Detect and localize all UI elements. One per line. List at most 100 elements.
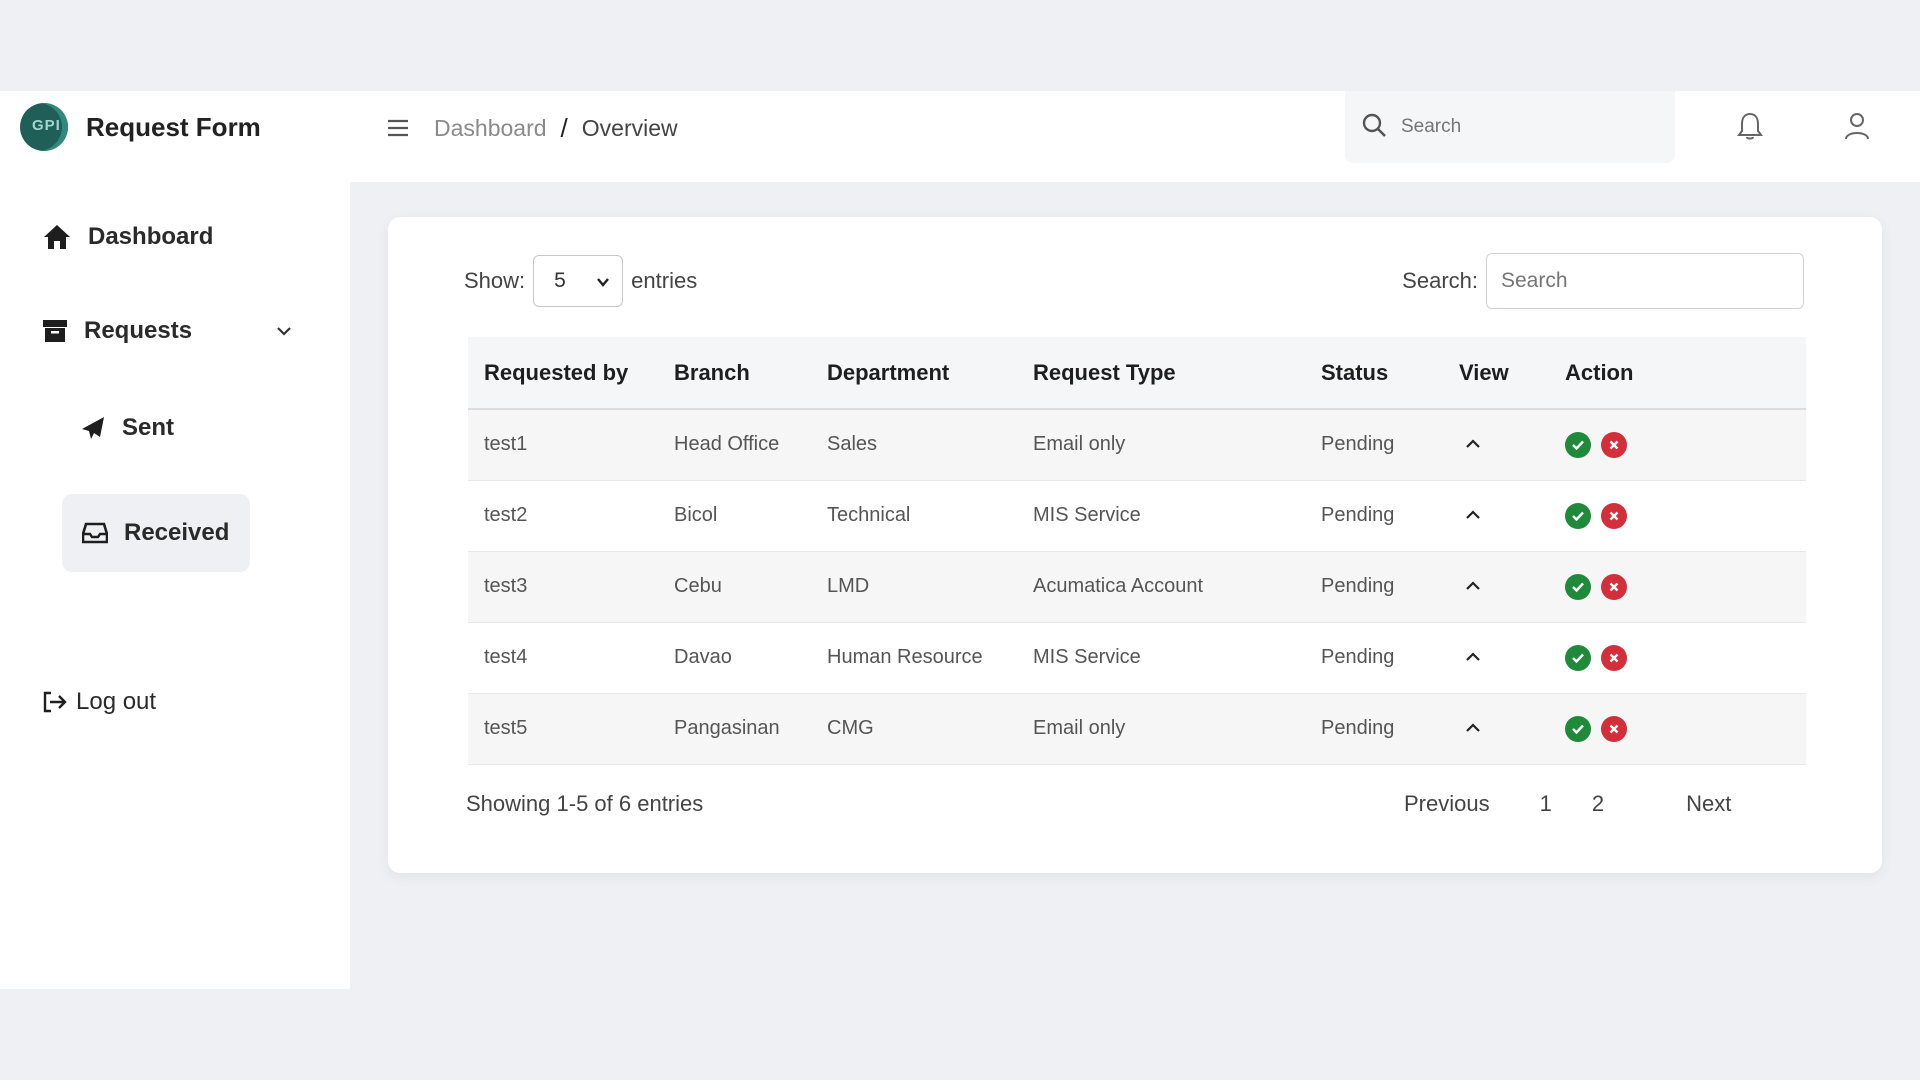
breadcrumb-dashboard[interactable]: Dashboard: [434, 115, 547, 142]
cell-branch: Head Office: [658, 409, 811, 481]
cell-branch: Davao: [658, 622, 811, 694]
home-icon: [42, 223, 72, 251]
logo-text: GPI: [32, 117, 61, 134]
entries-control: Show: 5 entries: [464, 255, 697, 307]
table-row: test3 Cebu LMD Acumatica Account Pending: [468, 551, 1806, 623]
reject-icon[interactable]: [1601, 715, 1627, 742]
cell-status: Pending: [1305, 551, 1443, 623]
table-header-row: Requested by Branch Department Request T…: [468, 337, 1806, 410]
column-header[interactable]: Action: [1549, 337, 1806, 410]
cell-request-type: MIS Service: [1017, 480, 1305, 552]
user-icon[interactable]: [1844, 111, 1870, 146]
table-row: test4 Davao Human Resource MIS Service P…: [468, 622, 1806, 694]
menu-icon[interactable]: [386, 117, 412, 143]
cell-action: [1549, 693, 1806, 765]
cell-requested-by: test4: [468, 622, 658, 694]
app-title: Request Form: [86, 111, 261, 142]
table-row: test2 Bicol Technical MIS Service Pendin…: [468, 480, 1806, 552]
table-row: test1 Head Office Sales Email only Pendi…: [468, 409, 1806, 481]
cell-requested-by: test2: [468, 480, 658, 552]
cell-action: [1549, 551, 1806, 623]
show-label: Show:: [464, 268, 526, 293]
cell-status: Pending: [1305, 622, 1443, 694]
breadcrumb-separator: /: [560, 113, 568, 143]
sidebar: GPI Request Form Dashboard Requests Sent: [0, 91, 350, 989]
sidebar-item-sent[interactable]: Sent: [80, 414, 174, 442]
approve-icon[interactable]: [1565, 502, 1591, 529]
cell-requested-by: test1: [468, 409, 658, 481]
sidebar-item-dashboard[interactable]: Dashboard: [42, 223, 213, 251]
cell-status: Pending: [1305, 693, 1443, 765]
cell-view: [1443, 622, 1549, 694]
column-header[interactable]: Requested by: [468, 337, 658, 410]
cell-department: LMD: [811, 551, 1017, 623]
reject-icon[interactable]: [1601, 644, 1627, 671]
search-icon: [1361, 112, 1387, 143]
archive-icon: [42, 318, 68, 344]
page-2-button[interactable]: 2: [1592, 791, 1604, 817]
logo: GPI: [20, 103, 68, 151]
global-search-input[interactable]: [1401, 116, 1641, 138]
previous-page-button[interactable]: Previous: [1404, 791, 1490, 817]
sidebar-item-requests[interactable]: Requests: [42, 317, 292, 345]
chevron-up-icon[interactable]: [1459, 433, 1481, 455]
chevron-up-icon[interactable]: [1459, 504, 1481, 526]
column-header[interactable]: Status: [1305, 337, 1443, 410]
sidebar-item-label: Sent: [122, 414, 175, 441]
entries-value: 5: [554, 269, 566, 292]
table-row: test5 Pangasinan CMG Email only Pending: [468, 693, 1806, 765]
approve-icon[interactable]: [1565, 715, 1591, 742]
cell-status: Pending: [1305, 409, 1443, 481]
column-header[interactable]: Request Type: [1017, 337, 1305, 410]
reject-icon[interactable]: [1601, 573, 1627, 600]
table-search-input[interactable]: [1486, 253, 1804, 309]
app-window: GPI Request Form Dashboard Requests Sent: [0, 91, 1920, 989]
entries-select[interactable]: 5: [533, 255, 624, 307]
cell-view: [1443, 551, 1549, 623]
main-content: Dashboard / Overview Show: 5: [350, 91, 1920, 989]
sidebar-item-received[interactable]: Received: [62, 494, 250, 572]
cell-department: Sales: [811, 409, 1017, 481]
cell-requested-by: test3: [468, 551, 658, 623]
cell-request-type: MIS Service: [1017, 622, 1305, 694]
cell-request-type: Acumatica Account: [1017, 551, 1305, 623]
global-search: [1345, 91, 1675, 163]
cell-view: [1443, 480, 1549, 552]
next-page-button[interactable]: Next: [1686, 791, 1731, 817]
chevron-up-icon[interactable]: [1459, 717, 1481, 739]
chevron-down-icon[interactable]: [276, 325, 292, 337]
reject-icon[interactable]: [1601, 431, 1627, 458]
cell-view: [1443, 409, 1549, 481]
chevron-up-icon[interactable]: [1459, 646, 1481, 668]
cell-request-type: Email only: [1017, 409, 1305, 481]
sidebar-item-label: Received: [124, 519, 230, 546]
page-1-button[interactable]: 1: [1540, 791, 1552, 817]
column-header[interactable]: View: [1443, 337, 1549, 410]
entries-label: entries: [631, 268, 698, 293]
cell-action: [1549, 409, 1806, 481]
top-bar: Dashboard / Overview: [350, 91, 1920, 182]
approve-icon[interactable]: [1565, 644, 1591, 671]
pagination: Previous 1 2 Next: [1404, 791, 1731, 817]
requests-table: Requested by Branch Department Request T…: [468, 337, 1806, 765]
cell-action: [1549, 480, 1806, 552]
column-header[interactable]: Department: [811, 337, 1017, 410]
breadcrumb-overview: Overview: [581, 115, 678, 141]
chevron-up-icon[interactable]: [1459, 575, 1481, 597]
column-header[interactable]: Branch: [658, 337, 811, 410]
logout-icon: [42, 690, 68, 714]
approve-icon[interactable]: [1565, 431, 1591, 458]
approve-icon[interactable]: [1565, 573, 1591, 600]
logout-button[interactable]: Log out: [42, 688, 156, 716]
brand[interactable]: GPI Request Form: [20, 103, 261, 151]
logout-label: Log out: [76, 688, 157, 715]
paper-plane-icon: [80, 416, 106, 440]
reject-icon[interactable]: [1601, 502, 1627, 529]
cell-branch: Cebu: [658, 551, 811, 623]
cell-requested-by: test5: [468, 693, 658, 765]
inbox-icon: [82, 522, 108, 544]
cell-action: [1549, 622, 1806, 694]
cell-branch: Pangasinan: [658, 693, 811, 765]
bell-icon[interactable]: [1737, 111, 1763, 146]
cell-department: Technical: [811, 480, 1017, 552]
